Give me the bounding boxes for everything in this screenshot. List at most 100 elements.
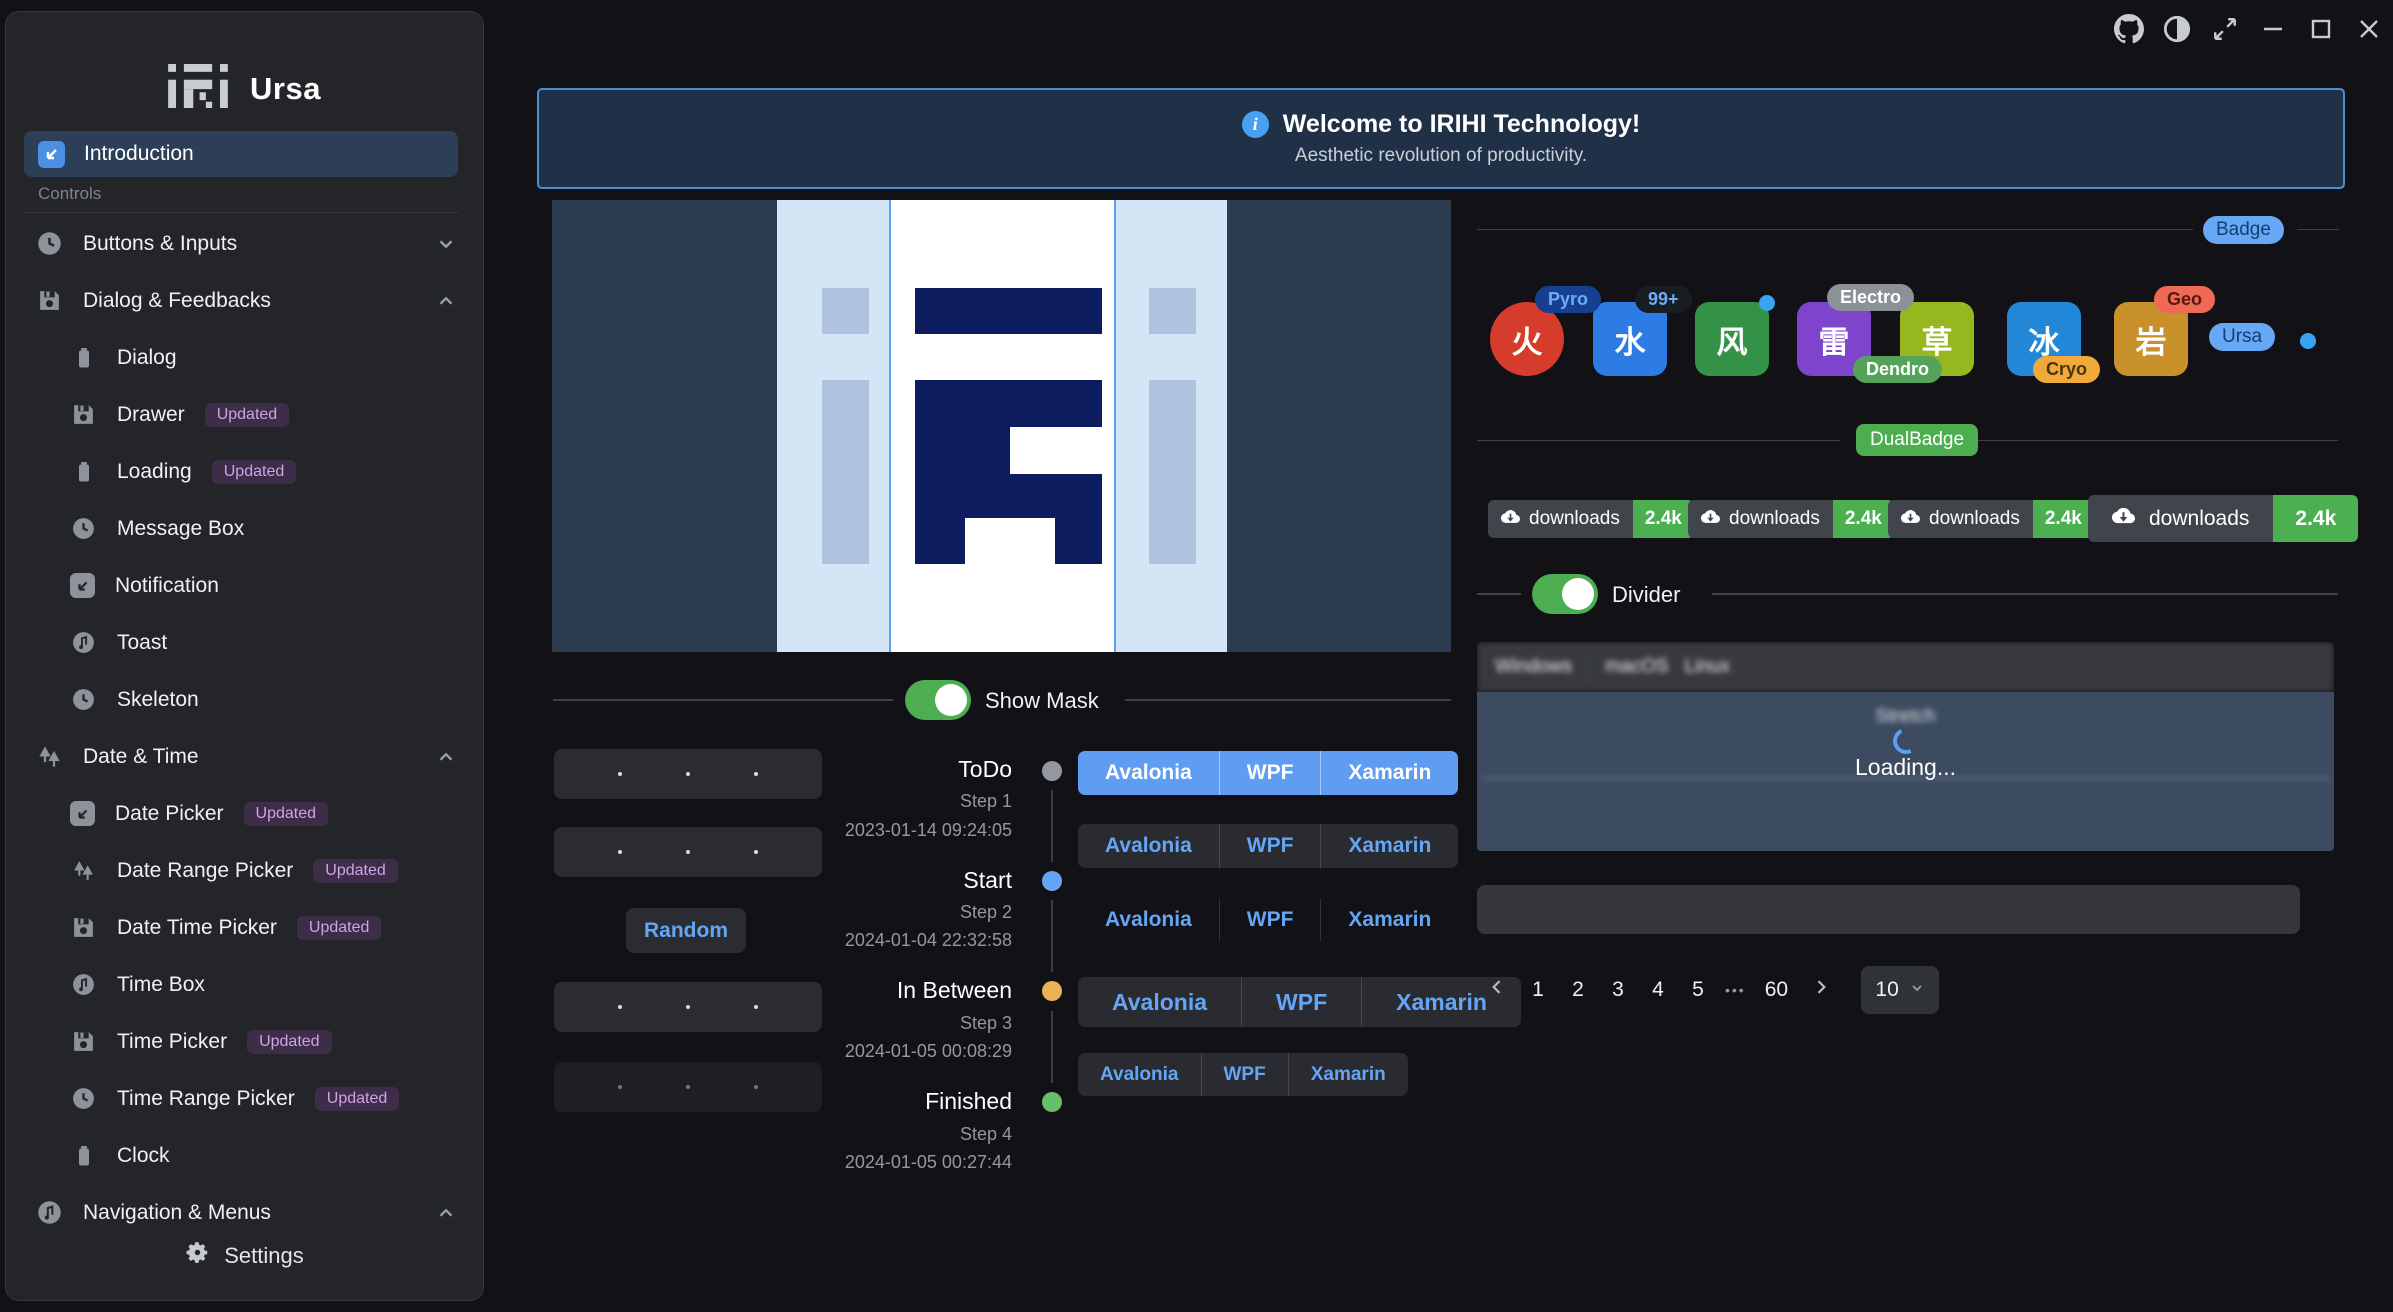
timeline-dot-in-between [1042, 981, 1062, 1001]
sidebar-item-skeleton[interactable]: Skeleton [6, 671, 483, 728]
logo-block [915, 288, 1102, 334]
settings-button[interactable]: Settings [6, 1230, 483, 1282]
sidebar-item-time-picker[interactable]: Time Picker Updated [6, 1013, 483, 1070]
dual-badge-divider-pill: DualBadge [1856, 424, 1978, 456]
sidebar-item-clock[interactable]: Clock [6, 1127, 483, 1184]
sidebar: Ursa Introduction Controls Buttons & Inp… [5, 11, 484, 1301]
panel-label: Stretch [1477, 706, 2334, 728]
page-button[interactable]: 3 [1605, 972, 1631, 1008]
badge-dot [1759, 295, 1775, 311]
previous-page-icon[interactable] [1483, 971, 1511, 1009]
badge-divider-pill: Badge [2203, 216, 2284, 244]
avalonia-button[interactable]: Avalonia [1078, 751, 1219, 795]
sidebar-item-buttons-inputs[interactable]: Buttons & Inputs [6, 215, 483, 272]
sidebar-item-date-time[interactable]: Date & Time [6, 728, 483, 785]
tab-linux[interactable]: Linux [1684, 656, 1729, 678]
updated-badge: Updated [247, 1030, 332, 1054]
wpf-button[interactable]: WPF [1201, 1053, 1288, 1096]
xamarin-button[interactable]: Xamarin [1288, 1053, 1408, 1096]
sidebar-item-time-box[interactable]: Time Box [6, 956, 483, 1013]
page-button-last[interactable]: 60 [1760, 972, 1793, 1008]
badge-count: 99+ [1635, 286, 1692, 313]
pagination-ellipsis[interactable]: ••• [1725, 982, 1746, 998]
sidebar-item-time-range-picker[interactable]: Time Range Picker Updated [6, 1070, 483, 1127]
gear-icon [185, 1240, 210, 1272]
random-button[interactable]: Random [626, 908, 746, 953]
sidebar-item-dialog[interactable]: Dialog [6, 329, 483, 386]
page-button[interactable]: 2 [1565, 972, 1591, 1008]
timeline-step-time: 2024-01-04 22:32:58 [772, 930, 1012, 951]
downloads-count: 2.4k [2273, 495, 2358, 542]
wpf-button[interactable]: WPF [1219, 751, 1321, 795]
timeline-step-title: ToDo [772, 756, 1012, 783]
sidebar-item-date-picker[interactable]: Date Picker Updated [6, 785, 483, 842]
chevron-up-icon [435, 290, 457, 312]
page-size-value: 10 [1875, 978, 1898, 1002]
page-button[interactable]: 4 [1645, 972, 1671, 1008]
arrow-square-icon [38, 141, 65, 168]
sidebar-item-toast[interactable]: Toast [6, 614, 483, 671]
fullscreen-button[interactable] [2206, 10, 2244, 48]
show-mask-toggle[interactable] [905, 680, 971, 720]
wpf-button[interactable]: WPF [1219, 824, 1321, 868]
app-window: Ursa Introduction Controls Buttons & Inp… [0, 0, 2393, 1312]
minimize-button[interactable] [2254, 10, 2292, 48]
xamarin-button[interactable]: Xamarin [1320, 824, 1458, 868]
logo-block-cutout [965, 518, 1055, 564]
element-tile-geo: 岩 Geo [2114, 302, 2188, 376]
updated-badge: Updated [313, 859, 398, 883]
divider-line [1477, 593, 1521, 595]
floppy-icon [70, 1028, 97, 1055]
timeline-dot-start [1042, 871, 1062, 891]
avalonia-button[interactable]: Avalonia [1078, 1053, 1201, 1096]
timeline-step-label: Step 3 [772, 1013, 1012, 1034]
sidebar-item-loading[interactable]: Loading Updated [6, 443, 483, 500]
sidebar-nav-list: Buttons & Inputs Dialog & Feedbacks Dial… [6, 215, 483, 1275]
github-icon [2114, 14, 2144, 44]
element-tile-cryo: 冰 Cryo [2007, 302, 2081, 376]
timeline-step-time: 2024-01-05 00:08:29 [772, 1041, 1012, 1062]
avalonia-button[interactable]: Avalonia [1078, 977, 1241, 1027]
next-page-icon[interactable] [1807, 971, 1835, 1009]
sidebar-item-introduction[interactable]: Introduction [24, 131, 458, 177]
divider-toggle[interactable] [1532, 574, 1598, 614]
page-button[interactable]: 1 [1525, 972, 1551, 1008]
xamarin-button[interactable]: Xamarin [1320, 751, 1458, 795]
timeline-step-label: Step 1 [772, 791, 1012, 812]
floppy-icon [36, 287, 63, 314]
mask-band-light [777, 200, 890, 652]
avalonia-button[interactable]: Avalonia [1078, 824, 1219, 868]
wpf-button[interactable]: WPF [1241, 977, 1361, 1027]
close-button[interactable] [2350, 10, 2388, 48]
sidebar-item-notification[interactable]: Notification [6, 557, 483, 614]
battery-icon [70, 458, 97, 485]
github-button[interactable] [2110, 10, 2148, 48]
loading-container: Windows macOS Linux Stretch Loading... [1477, 642, 2334, 851]
banner-subtitle: Aesthetic revolution of productivity. [1295, 145, 1587, 167]
trees-icon [70, 857, 97, 884]
page-button[interactable]: 5 [1685, 972, 1711, 1008]
sidebar-item-dialog-feedbacks[interactable]: Dialog & Feedbacks [6, 272, 483, 329]
button-group-dark: Avalonia WPF Xamarin [1078, 824, 1458, 868]
element-char: 火 [1512, 317, 1543, 362]
avalonia-button[interactable]: Avalonia [1078, 899, 1219, 941]
clock-icon [70, 686, 97, 713]
sidebar-item-label: Introduction [84, 142, 194, 166]
maximize-button[interactable] [2302, 10, 2340, 48]
tab-macos[interactable]: macOS [1605, 656, 1668, 678]
sidebar-item-drawer[interactable]: Drawer Updated [6, 386, 483, 443]
badge-cryo: Cryo [2033, 356, 2100, 383]
timeline-step-title: Start [772, 867, 1012, 894]
tab-windows[interactable]: Windows [1495, 656, 1572, 678]
page-size-select[interactable]: 10 [1861, 966, 1939, 1014]
sidebar-item-message-box[interactable]: Message Box [6, 500, 483, 557]
cloud-download-icon [1701, 507, 1720, 532]
wpf-button[interactable]: WPF [1219, 899, 1321, 941]
sidebar-item-date-time-picker[interactable]: Date Time Picker Updated [6, 899, 483, 956]
sidebar-item-date-range-picker[interactable]: Date Range Picker Updated [6, 842, 483, 899]
theme-toggle-button[interactable] [2158, 10, 2196, 48]
toggle-knob [935, 684, 967, 716]
element-char: 草 [1922, 317, 1953, 362]
xamarin-button[interactable]: Xamarin [1320, 899, 1458, 941]
arrow-square-icon [70, 801, 95, 826]
